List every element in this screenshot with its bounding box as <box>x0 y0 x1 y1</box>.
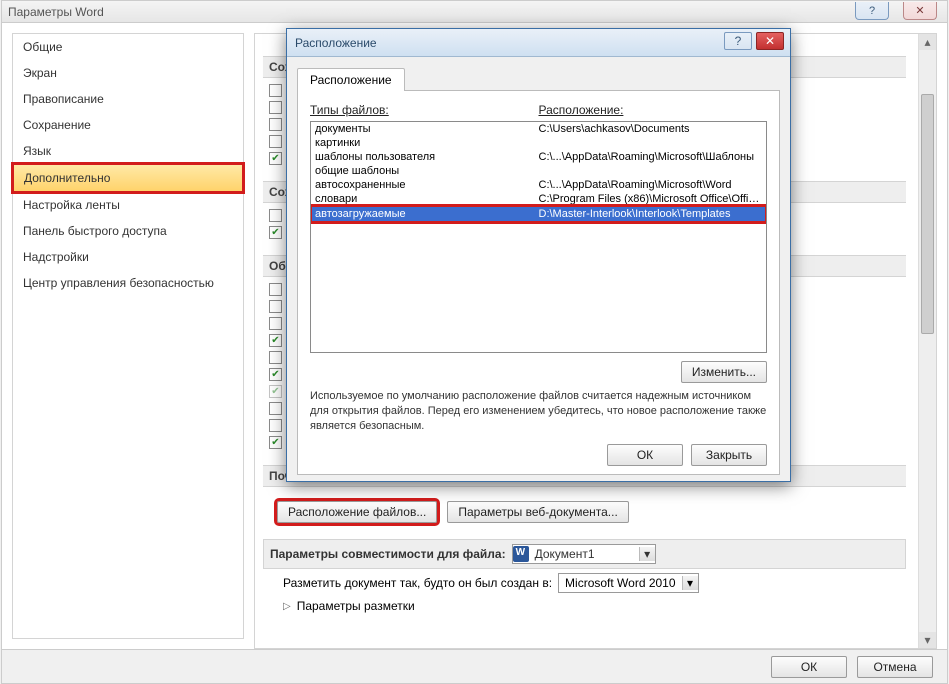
tab-pane: Типы файлов: Расположение: документыC:\U… <box>297 90 780 475</box>
outer-titlebar: Параметры Word ? ✕ <box>2 1 947 23</box>
list-item: картинки <box>311 136 766 150</box>
compat-doc-value: Документ1 <box>529 545 639 563</box>
dialog-title: Расположение <box>295 36 377 50</box>
list-item: автосохраненныеC:\...\AppData\Roaming\Mi… <box>311 178 766 192</box>
close-icon[interactable]: ✕ <box>903 2 937 20</box>
checkbox[interactable] <box>269 368 282 381</box>
content-scrollbar[interactable]: ▴ ▾ <box>918 34 936 648</box>
list-item: шаблоны пользователяC:\...\AppData\Roami… <box>311 150 766 164</box>
help-icon[interactable]: ? <box>724 32 752 50</box>
compat-section: Параметры совместимости для файла: Докум… <box>263 539 906 569</box>
tab-locations[interactable]: Расположение <box>297 68 405 91</box>
scroll-down-icon[interactable]: ▾ <box>919 632 936 648</box>
list-item: словариC:\Program Files (x86)\Microsoft … <box>311 192 766 206</box>
sidebar-item-trust[interactable]: Центр управления безопасностью <box>13 270 243 296</box>
compat-doc-combo[interactable]: Документ1 ▾ <box>512 544 656 564</box>
expand-icon[interactable]: ▷ <box>283 601 291 612</box>
chevron-down-icon[interactable]: ▾ <box>682 576 698 590</box>
sidebar-item-qat[interactable]: Панель быстрого доступа <box>13 218 243 244</box>
tab-strip: Расположение <box>297 67 780 90</box>
file-types-listbox[interactable]: документыC:\Users\achkasov\Documents кар… <box>310 121 767 353</box>
col-paths-header: Расположение: <box>539 103 768 121</box>
checkbox[interactable] <box>269 317 282 330</box>
sidebar-item-proofing[interactable]: Правописание <box>13 86 243 112</box>
dialog-note: Используемое по умолчанию расположение ф… <box>310 389 767 434</box>
file-locations-button[interactable]: Расположение файлов... <box>277 501 437 523</box>
dialog-titlebar: Расположение ? ✕ <box>287 29 790 57</box>
list-item: общие шаблоны <box>311 164 766 178</box>
checkbox[interactable] <box>269 135 282 148</box>
outer-footer: ОК Отмена <box>2 649 947 683</box>
close-icon[interactable]: ✕ <box>756 32 784 50</box>
sidebar-item-addins[interactable]: Надстройки <box>13 244 243 270</box>
checkbox[interactable] <box>269 101 282 114</box>
col-types-header: Типы файлов: <box>310 103 539 121</box>
sidebar-item-advanced[interactable]: Дополнительно <box>11 162 245 194</box>
sidebar-item-general[interactable]: Общие <box>13 34 243 60</box>
layout-label: Разметить документ так, будто он был соз… <box>283 576 552 590</box>
options-sidebar: Общие Экран Правописание Сохранение Язык… <box>12 33 244 639</box>
help-icon[interactable]: ? <box>855 2 889 20</box>
checkbox <box>269 385 282 398</box>
modify-button[interactable]: Изменить... <box>681 361 767 383</box>
dialog-ok-button[interactable]: ОК <box>607 444 683 466</box>
layout-params-label: Параметры разметки <box>297 599 415 613</box>
layout-value: Microsoft Word 2010 <box>559 574 682 592</box>
checkbox[interactable] <box>269 84 282 97</box>
file-locations-dialog: Расположение ? ✕ Расположение Типы файло… <box>286 28 791 482</box>
sidebar-item-save[interactable]: Сохранение <box>13 112 243 138</box>
checkbox[interactable] <box>269 419 282 432</box>
outer-title: Параметры Word <box>8 5 104 19</box>
checkbox[interactable] <box>269 152 282 165</box>
layout-combo[interactable]: Microsoft Word 2010 ▾ <box>558 573 699 593</box>
checkbox[interactable] <box>269 351 282 364</box>
word-document-icon <box>513 546 529 562</box>
checkbox[interactable] <box>269 118 282 131</box>
dialog-close-button[interactable]: Закрыть <box>691 444 767 466</box>
cancel-button[interactable]: Отмена <box>857 656 933 678</box>
checkbox[interactable] <box>269 283 282 296</box>
sidebar-item-language[interactable]: Язык <box>13 138 243 164</box>
sidebar-item-display[interactable]: Экран <box>13 60 243 86</box>
checkbox[interactable] <box>269 300 282 313</box>
checkbox[interactable] <box>269 209 282 222</box>
list-item: документыC:\Users\achkasov\Documents <box>311 122 766 136</box>
list-item-selected: автозагружаемыеD:\Master-Interlook\Inter… <box>311 206 766 222</box>
scroll-up-icon[interactable]: ▴ <box>919 34 936 50</box>
ok-button[interactable]: ОК <box>771 656 847 678</box>
web-options-button[interactable]: Параметры веб-документа... <box>447 501 628 523</box>
checkbox[interactable] <box>269 226 282 239</box>
chevron-down-icon[interactable]: ▾ <box>639 547 655 561</box>
sidebar-item-ribbon[interactable]: Настройка ленты <box>13 192 243 218</box>
compat-label: Параметры совместимости для файла: <box>270 547 506 561</box>
checkbox[interactable] <box>269 402 282 415</box>
scroll-thumb[interactable] <box>921 94 934 334</box>
checkbox[interactable] <box>269 334 282 347</box>
checkbox[interactable] <box>269 436 282 449</box>
